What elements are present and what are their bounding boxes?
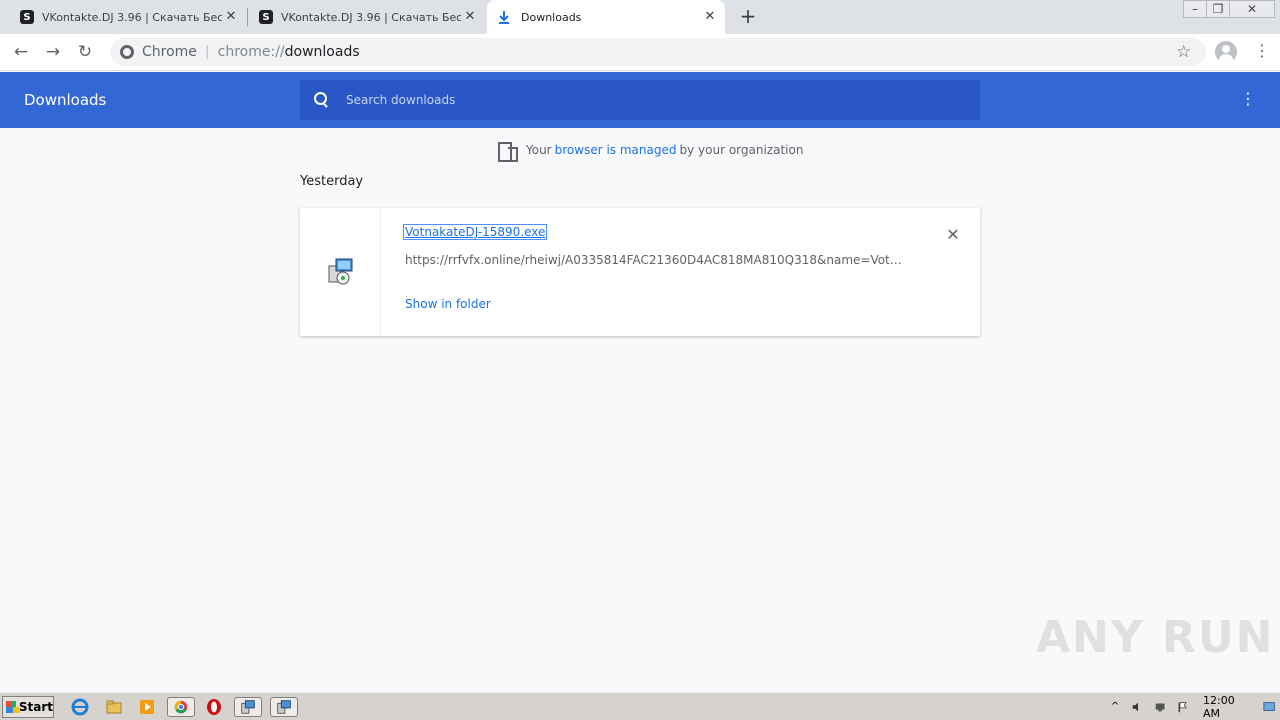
close-window-icon[interactable]: ✕ [1229, 0, 1275, 18]
tab-vkontakte-1[interactable]: S VKontakte.DJ 3.96 | Скачать Беспл ✕ [10, 0, 246, 34]
tab-divider [247, 8, 248, 26]
close-icon[interactable]: ✕ [224, 10, 238, 24]
page-title: Downloads [24, 91, 107, 109]
download-filename-link[interactable]: VotnakateDJ-15890.exe [402, 224, 548, 240]
browser-toolbar: ← → ↻ Chrome | chrome:// downloads ☆ ⋮ [0, 34, 1280, 71]
tab-vkontakte-2[interactable]: S VKontakte.DJ 3.96 | Скачать Беспл ✕ [249, 0, 485, 34]
search-icon [314, 92, 330, 108]
internet-explorer-icon[interactable] [70, 697, 90, 717]
managed-text-before: Your [526, 143, 552, 157]
url-scheme: chrome:// [217, 44, 285, 60]
chrome-icon [120, 45, 134, 59]
start-label: Start [18, 700, 53, 714]
download-icon [499, 11, 509, 24]
new-tab-button[interactable]: + [738, 6, 758, 26]
close-icon[interactable]: ✕ [463, 10, 477, 24]
bookmark-star-icon[interactable]: ☆ [1176, 42, 1191, 62]
tab-title: VKontakte.DJ 3.96 | Скачать Беспл [281, 10, 461, 24]
tab-strip: S VKontakte.DJ 3.96 | Скачать Беспл ✕ S … [0, 0, 1280, 34]
system-tray: ^ 12:00 AM [1104, 694, 1280, 720]
secure-chip-label: Chrome [142, 44, 197, 60]
file-icon-column [300, 208, 381, 336]
back-icon[interactable]: ← [10, 41, 32, 63]
url-host: downloads [284, 44, 360, 60]
date-header: Yesterday [300, 174, 364, 189]
downloads-header: Downloads ⋮ [0, 72, 1280, 128]
window-controls: – ❐ ✕ [1183, 0, 1275, 18]
windows-taskbar: Start ^ 12:00 AM [0, 692, 1280, 720]
forward-icon[interactable]: → [42, 41, 64, 63]
profile-avatar-icon[interactable] [1215, 41, 1237, 63]
tab-title: Downloads [521, 10, 582, 24]
taskbar-clock[interactable]: 12:00 AM [1203, 694, 1249, 720]
windows-logo-icon [6, 701, 20, 713]
action-center-flag-icon[interactable] [1176, 700, 1188, 714]
start-button[interactable]: Start [2, 696, 54, 718]
site-favicon: S [259, 10, 273, 24]
browser-menu-icon[interactable]: ⋮ [1254, 43, 1270, 59]
remove-download-close-icon[interactable]: ✕ [944, 226, 962, 244]
search-box[interactable] [300, 80, 980, 120]
media-player-icon[interactable] [137, 697, 157, 717]
address-bar[interactable]: Chrome | chrome:// downloads [110, 38, 1206, 66]
show-desktop-icon[interactable] [1263, 700, 1275, 714]
managed-text-after: by your organization [679, 143, 804, 157]
installer-taskbar-icon-2[interactable] [270, 697, 298, 717]
chip-divider: | [204, 44, 210, 60]
anyrun-watermark: ANY RUN [1036, 612, 1275, 663]
show-hidden-icons-icon[interactable]: ^ [1109, 700, 1121, 714]
downloads-menu-icon[interactable]: ⋮ [1240, 91, 1256, 107]
download-item: VotnakateDJ-15890.exe https://rrfvfx.onl… [300, 208, 980, 336]
site-favicon: S [20, 10, 34, 24]
tab-downloads[interactable]: Downloads ✕ [487, 0, 725, 34]
installer-taskbar-icon-1[interactable] [234, 697, 262, 717]
minimize-icon[interactable]: – [1183, 0, 1207, 18]
search-input[interactable] [346, 93, 946, 107]
show-in-folder-link[interactable]: Show in folder [405, 297, 491, 311]
chrome-taskbar-icon[interactable] [167, 697, 195, 717]
building-icon [498, 142, 518, 162]
close-icon[interactable]: ✕ [703, 10, 717, 24]
download-source-url[interactable]: https://rrfvfx.online/rheiwj/A0335814FAC… [405, 253, 905, 267]
managed-notice: Your browser is managed by your organiza… [498, 140, 804, 162]
opera-icon[interactable] [204, 697, 224, 717]
restore-icon[interactable]: ❐ [1206, 0, 1230, 18]
network-icon[interactable] [1154, 700, 1166, 714]
installer-icon [328, 258, 353, 285]
volume-icon[interactable] [1131, 700, 1143, 714]
tab-title: VKontakte.DJ 3.96 | Скачать Беспл [42, 10, 222, 24]
reload-icon[interactable]: ↻ [74, 41, 96, 63]
file-explorer-icon[interactable] [104, 697, 124, 717]
managed-link[interactable]: browser is managed [555, 143, 677, 157]
